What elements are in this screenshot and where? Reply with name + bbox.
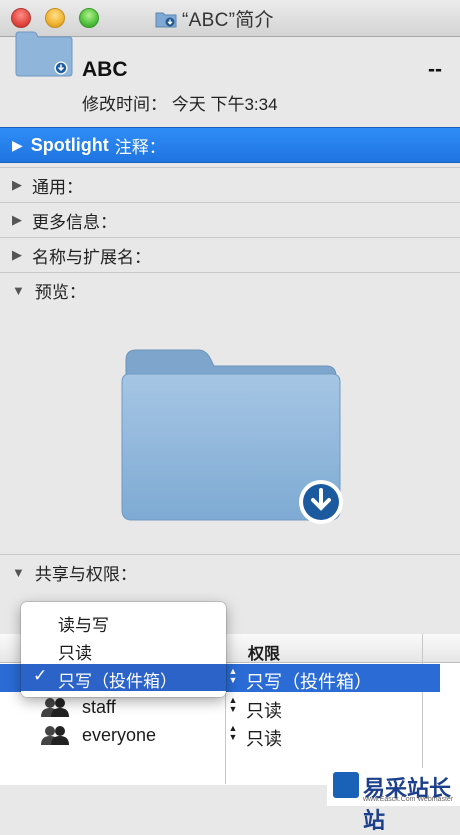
section-preview-label: 预览： (34, 282, 86, 302)
watermark-logo: 易采站长站 www.Easck.Com Webmaster (327, 768, 460, 833)
menu-item-read-write[interactable]: 读与写 (21, 608, 226, 635)
section-more-info[interactable]: ▶ 更多信息： (0, 202, 460, 237)
folder-icon (15, 31, 73, 77)
stepper-icon[interactable]: ▲ ▼ (227, 724, 239, 746)
section-more-info-label: 更多信息： (32, 212, 117, 232)
menu-item-label: 只读 (58, 644, 92, 663)
section-general[interactable]: ▶ 通用： (0, 167, 460, 202)
zoom-button[interactable] (79, 8, 99, 28)
group-icon (41, 698, 69, 717)
group-icon (41, 726, 69, 745)
watermark-icon (333, 772, 359, 798)
section-preview[interactable]: ▼ 预览： (0, 272, 460, 307)
column-header-privilege[interactable]: 权限 (248, 640, 280, 664)
stepper-icon[interactable]: ▲ ▼ (227, 667, 239, 689)
disclosure-right-icon: ▶ (12, 177, 22, 192)
privilege-popup[interactable]: 只读 (246, 697, 282, 723)
window-title-group: “ABC”简介 (155, 6, 274, 31)
dropbox-folder-icon (155, 12, 177, 27)
section-sharing-label: 共享与权限： (34, 564, 137, 584)
disclosure-right-icon: ▶ (12, 136, 23, 153)
spotlight-label: Spotlight (30, 134, 109, 155)
modified-date: 修改时间： 今天 下午3:34 (82, 95, 278, 114)
privilege-popup[interactable]: 只读 (246, 725, 282, 751)
disclosure-right-icon: ▶ (12, 247, 22, 262)
menu-item-read-only[interactable]: 只读 (21, 636, 226, 663)
close-button[interactable] (11, 8, 31, 28)
spotlight-suffix: 注释： (114, 137, 166, 157)
section-name-extension-label: 名称与扩展名： (32, 247, 151, 267)
file-size: -- (428, 58, 442, 81)
menu-item-label: 读与写 (58, 616, 109, 635)
menu-item-label: 只写（投件箱） (58, 672, 177, 691)
minimize-button[interactable] (45, 8, 65, 28)
stepper-icon[interactable]: ▲ ▼ (227, 696, 239, 718)
window-title: “ABC”简介 (182, 9, 274, 31)
user-name: staff (82, 697, 116, 717)
menu-item-write-only[interactable]: ✓ 只写（投件箱） (21, 664, 226, 691)
user-name: everyone (82, 725, 157, 745)
section-name-extension[interactable]: ▶ 名称与扩展名： (0, 237, 460, 272)
table-row[interactable]: staff ▲ ▼ 只读 (0, 693, 440, 721)
watermark-text: 易采站长站 (363, 776, 452, 833)
section-general-label: 通用： (32, 177, 83, 197)
table-row[interactable]: everyone ▲ ▼ 只读 (0, 721, 440, 749)
privilege-menu: 读与写 只读 ✓ 只写（投件箱） (21, 602, 226, 697)
disclosure-down-icon: ▼ (12, 564, 25, 580)
checkmark-icon: ✓ (33, 666, 48, 685)
privilege-popup[interactable]: 只写（投件箱） (246, 668, 372, 694)
disclosure-down-icon: ▼ (12, 282, 25, 298)
section-spotlight-comments[interactable]: ▶ Spotlight 注释： (0, 127, 460, 163)
section-sharing-permissions[interactable]: ▼ 共享与权限： (0, 554, 460, 589)
watermark-subtext: www.Easck.Com Webmaster (363, 796, 454, 803)
disclosure-right-icon: ▶ (12, 212, 22, 227)
file-name: ABC (82, 58, 128, 81)
folder-preview-icon (121, 349, 343, 524)
